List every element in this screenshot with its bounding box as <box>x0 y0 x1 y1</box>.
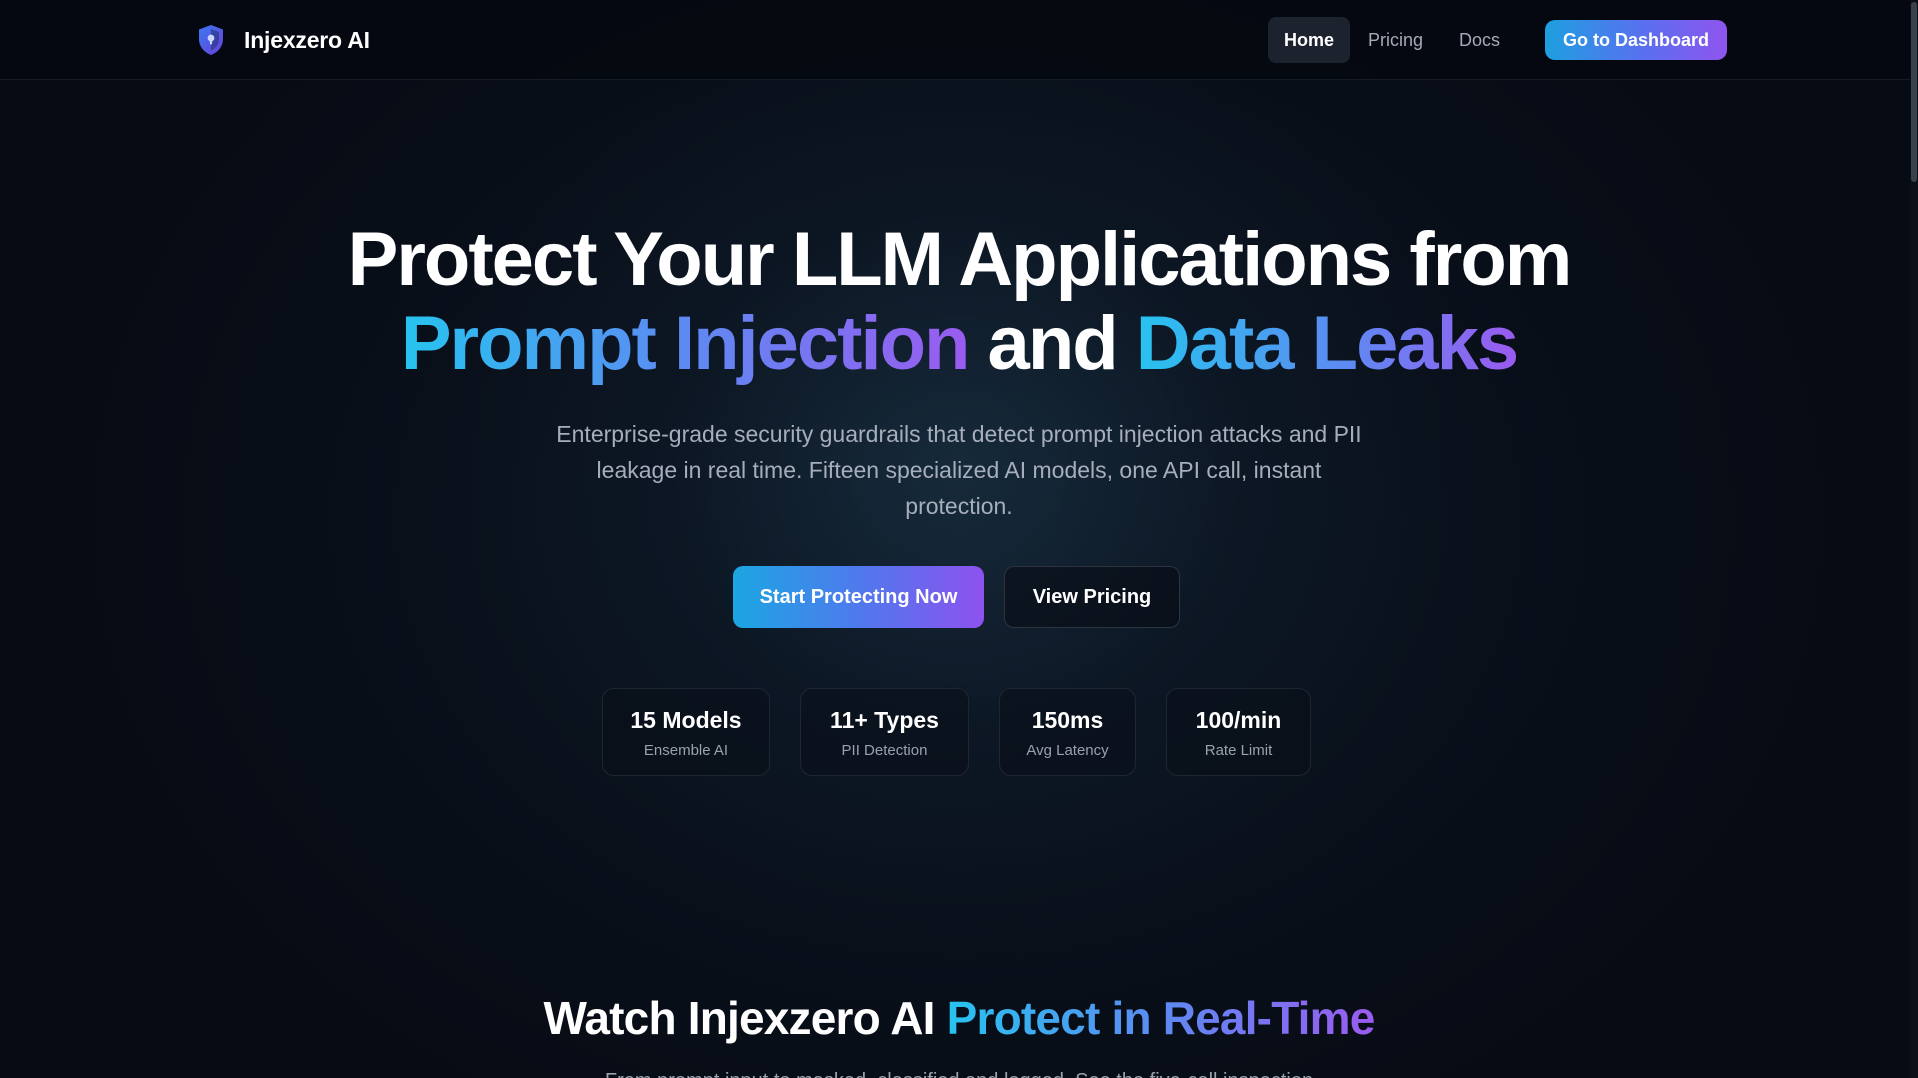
shield-icon <box>199 25 223 55</box>
hero-highlight-data-leaks: Data Leaks <box>1135 301 1519 386</box>
page: Injexzero AI Home Pricing Docs Go to Das… <box>0 0 1918 1078</box>
nav-link-docs[interactable]: Docs <box>1443 17 1516 63</box>
stat-label: Avg Latency <box>1026 742 1109 759</box>
stat-card-latency: 150ms Avg Latency <box>999 688 1136 776</box>
hero-subtitle: Enterprise-grade security guardrails tha… <box>556 421 1362 519</box>
stat-card-models: 15 Models Ensemble AI <box>602 688 770 776</box>
brand-name: Injexzero AI <box>244 26 370 53</box>
stat-label: PII Detection <box>841 742 928 759</box>
brand[interactable]: Injexzero AI <box>196 20 370 60</box>
section-subtitle: From prompt input to masked, classified … <box>0 1066 1918 1078</box>
view-pricing-button[interactable]: View Pricing <box>1004 566 1180 628</box>
stat-card-rate-limit: 100/min Rate Limit <box>1166 688 1311 776</box>
go-to-dashboard-button[interactable]: Go to Dashboard <box>1545 20 1727 60</box>
nav-links: Home Pricing Docs <box>1268 17 1516 63</box>
hero-title-line1: Protect Your LLM Applications from <box>347 217 1573 302</box>
hero-highlight-prompt-injection: Prompt Injection <box>400 301 971 386</box>
page-scrollbar[interactable] <box>1910 0 1918 1078</box>
hero-title: Protect Your LLM Applications from Promp… <box>0 218 1918 386</box>
nav-link-pricing[interactable]: Pricing <box>1352 17 1439 63</box>
background-glow <box>0 0 1918 1078</box>
top-nav: Injexzero AI Home Pricing Docs Go to Das… <box>0 0 1918 80</box>
stat-value: 11+ Types <box>830 707 939 733</box>
stat-value: 100/min <box>1195 707 1282 733</box>
start-protecting-button[interactable]: Start Protecting Now <box>733 566 984 628</box>
nav-link-home[interactable]: Home <box>1268 17 1351 63</box>
section-title: Watch Injexzero AI Protect in Real-Time <box>0 990 1918 1046</box>
scrollbar-thumb[interactable] <box>1911 2 1917 182</box>
stat-label: Rate Limit <box>1204 742 1273 759</box>
stat-value: 15 Models <box>630 707 742 733</box>
stat-card-pii: 11+ Types PII Detection <box>800 688 969 776</box>
stat-value: 150ms <box>1031 707 1104 733</box>
stat-label: Ensemble AI <box>643 742 729 759</box>
hero-title-and: and <box>968 301 1136 386</box>
section-title-plain: Watch Injexzero AI <box>543 992 947 1044</box>
section-title-highlight: Protect in Real-Time <box>946 992 1376 1044</box>
